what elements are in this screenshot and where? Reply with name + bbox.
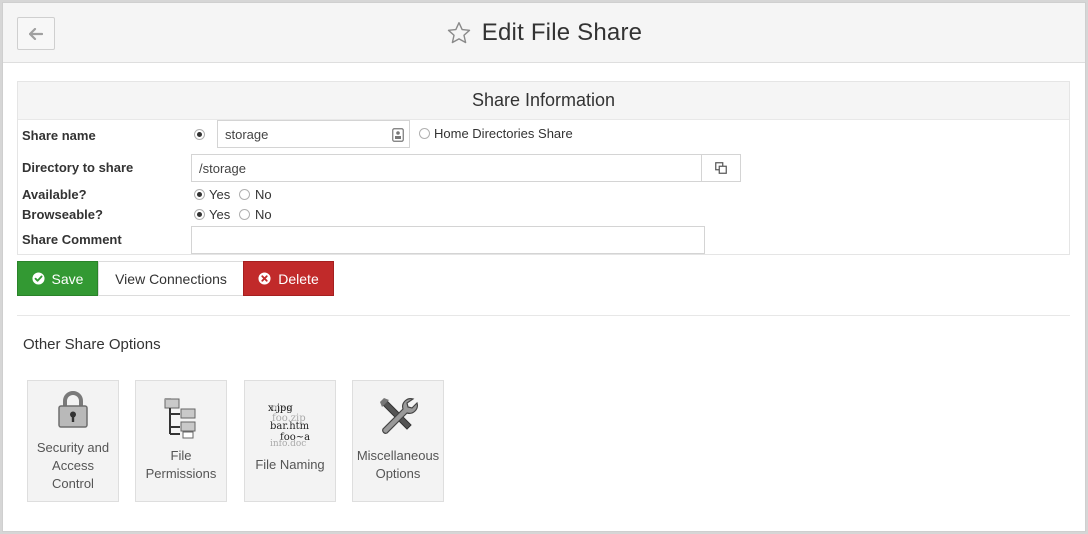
browseable-yes-label: Yes [209, 207, 231, 222]
browseable-yes-radio[interactable] [194, 209, 205, 220]
share-name-value: storage [225, 126, 269, 142]
tile-security-access-control[interactable]: Security and Access Control [27, 380, 119, 502]
save-button[interactable]: Save [17, 261, 98, 296]
tile-label: File Permissions [145, 448, 217, 481]
available-label: Available? [22, 187, 87, 202]
page-header: Edit File Share [3, 3, 1085, 63]
home-directories-radio[interactable] [419, 128, 430, 139]
directory-value: /storage [199, 160, 246, 176]
contact-card-icon[interactable] [392, 128, 404, 142]
divider [17, 315, 1070, 316]
view-connections-button[interactable]: View Connections [98, 261, 244, 296]
times-circle-icon [258, 272, 271, 285]
arrow-left-icon [29, 27, 43, 40]
share-information-panel: Share Information Share name storage Hom… [17, 81, 1070, 255]
tile-label: File Naming [255, 457, 325, 472]
home-directories-label: Home Directories Share [434, 126, 573, 141]
folder-tree-icon [136, 397, 226, 439]
svg-text:info.doc: info.doc [270, 439, 306, 447]
view-connections-label: View Connections [115, 270, 227, 287]
share-name-radio[interactable] [194, 129, 205, 140]
share-name-label: Share name [22, 128, 96, 143]
back-button[interactable] [17, 17, 55, 50]
share-name-field[interactable]: storage [217, 120, 410, 148]
copy-icon [715, 162, 727, 174]
available-no-label: No [255, 187, 272, 202]
window: Edit File Share Share Information Share … [2, 2, 1086, 532]
delete-label: Delete [278, 270, 319, 287]
title-bar: Edit File Share [3, 3, 1085, 63]
tile-label: Miscellaneous Options [356, 448, 440, 481]
browseable-label: Browseable? [22, 207, 103, 222]
tile-label: Security and Access Control [36, 440, 110, 491]
available-yes-radio[interactable] [194, 189, 205, 200]
directory-label: Directory to share [22, 160, 134, 175]
share-comment-label: Share Comment [22, 232, 122, 247]
available-no-radio[interactable] [239, 189, 250, 200]
directory-field[interactable]: /storage [191, 154, 702, 182]
padlock-icon [28, 389, 118, 429]
delete-button[interactable]: Delete [243, 261, 334, 296]
browse-directory-button[interactable] [701, 154, 741, 182]
svg-text:bar.htm: bar.htm [270, 421, 310, 432]
check-circle-icon [31, 272, 45, 285]
tile-file-naming[interactable]: mes x.jpg foo.zip bar.htm foo~a info.doc… [244, 380, 336, 502]
file-names-icon: mes x.jpg foo.zip bar.htm foo~a info.doc [245, 401, 335, 447]
share-comment-field[interactable] [191, 226, 705, 254]
tile-miscellaneous-options[interactable]: Miscellaneous Options [352, 380, 444, 502]
other-share-options-title: Other Share Options [23, 336, 161, 353]
save-label: Save [51, 270, 84, 287]
page-title: Edit File Share [481, 19, 643, 46]
star-icon[interactable] [446, 20, 472, 46]
tile-file-permissions[interactable]: File Permissions [135, 380, 227, 502]
panel-heading: Share Information [18, 82, 1069, 120]
tools-icon [353, 395, 443, 437]
browseable-no-label: No [255, 207, 272, 222]
browseable-no-radio[interactable] [239, 209, 250, 220]
available-yes-label: Yes [209, 187, 231, 202]
